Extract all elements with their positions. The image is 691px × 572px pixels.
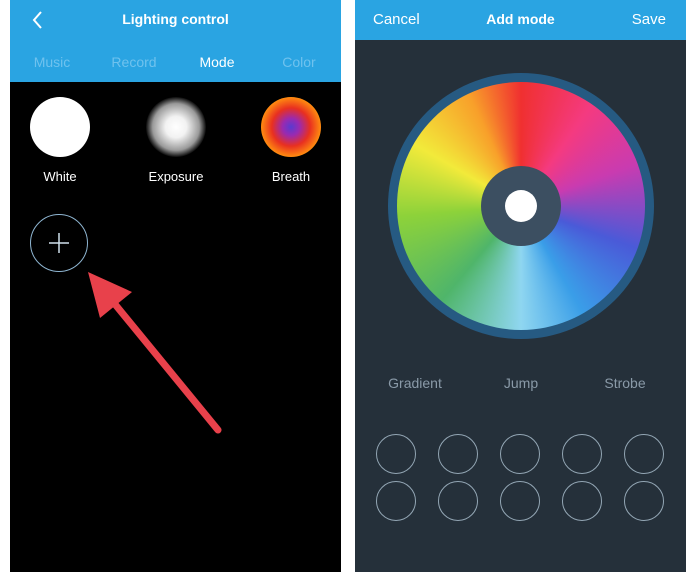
color-wheel-hub bbox=[481, 166, 561, 246]
effect-jump[interactable]: Jump bbox=[476, 375, 566, 391]
effect-gradient[interactable]: Gradient bbox=[370, 375, 460, 391]
color-slot[interactable] bbox=[624, 434, 664, 474]
color-slot[interactable] bbox=[376, 481, 416, 521]
color-picker-knob[interactable] bbox=[505, 190, 537, 222]
lighting-control-screen: Lighting control Music Record Mode Color… bbox=[10, 0, 341, 572]
color-slot[interactable] bbox=[376, 434, 416, 474]
color-slot[interactable] bbox=[562, 481, 602, 521]
red-arrow-icon bbox=[88, 272, 222, 434]
color-slot[interactable] bbox=[624, 481, 664, 521]
effect-strobe[interactable]: Strobe bbox=[580, 375, 670, 391]
color-slot[interactable] bbox=[562, 434, 602, 474]
color-slot[interactable] bbox=[438, 434, 478, 474]
color-wheel[interactable] bbox=[397, 82, 645, 330]
color-slot[interactable] bbox=[500, 434, 540, 474]
color-wheel-ring bbox=[388, 73, 654, 339]
color-slot[interactable] bbox=[438, 481, 478, 521]
header: Cancel Add mode Save bbox=[355, 0, 686, 40]
add-mode-screen: Cancel Add mode Save Gradient Jump Strob… bbox=[355, 0, 686, 572]
save-button[interactable]: Save bbox=[632, 11, 666, 28]
color-slot[interactable] bbox=[500, 481, 540, 521]
